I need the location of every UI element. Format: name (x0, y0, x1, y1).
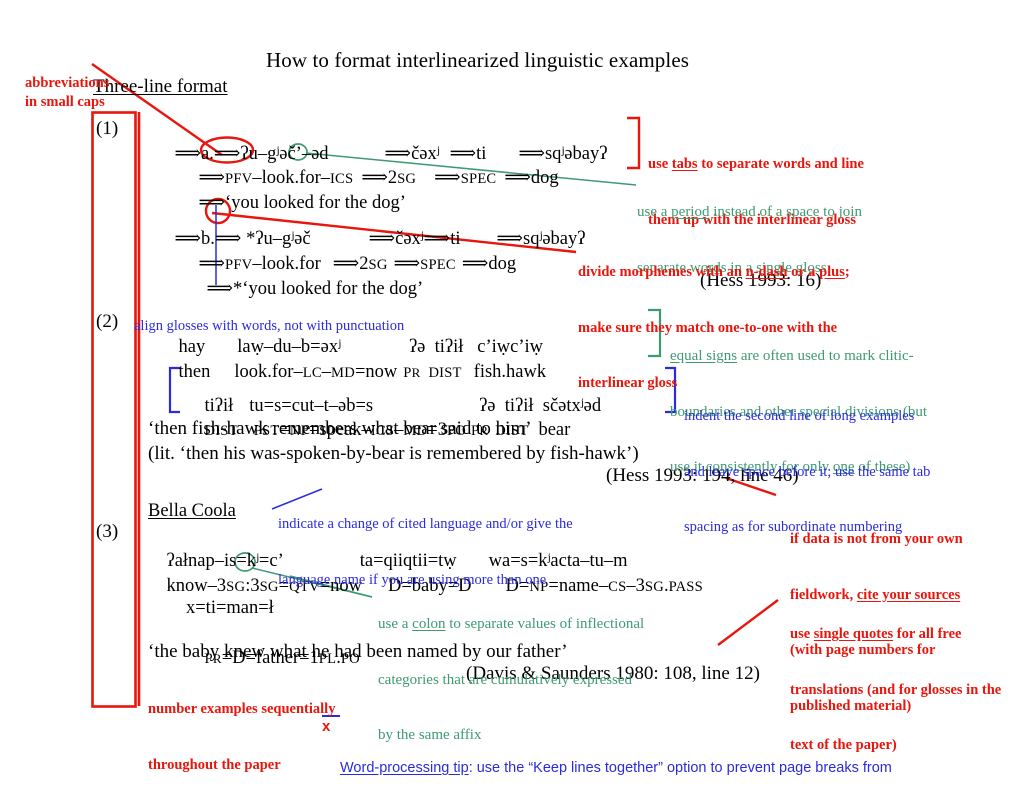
annotation-number-examples: number examples sequentially throughout … (148, 701, 336, 773)
page-title: How to format interlinearized linguistic… (266, 48, 690, 72)
annotation-word-processing-tip: Word-processing tip: use the “Keep lines… (340, 760, 892, 776)
tab-arrow: ⟹ (504, 168, 531, 188)
example-number-box (91, 111, 137, 708)
example-number-3: (3) (96, 521, 119, 542)
document-page: How to format interlinearized linguistic… (0, 0, 1020, 788)
bracket-use-tabs (627, 116, 641, 170)
example-3-line2-object: x=ti=man=ł (186, 598, 274, 618)
annotation-abbreviations-small-caps: abbreviations in small caps (25, 75, 110, 110)
tab-arrow: ⟹ (434, 168, 461, 188)
tab-arrow: ⟹ (461, 254, 489, 274)
example-number-2: (2) (96, 311, 119, 332)
example-2-free-translation: ‘then fish-hawk remembers what bear said… (148, 418, 532, 439)
example-2-literal-translation: (lit. ‘then his was-spoken-by-bear is re… (148, 443, 639, 464)
pointer-single-quotes (717, 599, 779, 646)
section-heading: Three-line format (93, 76, 228, 97)
tip-x-marker: x (322, 718, 331, 735)
annotation-align-glosses: align glosses with words, not with punct… (134, 318, 405, 334)
language-name-heading: Bella Coola (148, 501, 236, 521)
